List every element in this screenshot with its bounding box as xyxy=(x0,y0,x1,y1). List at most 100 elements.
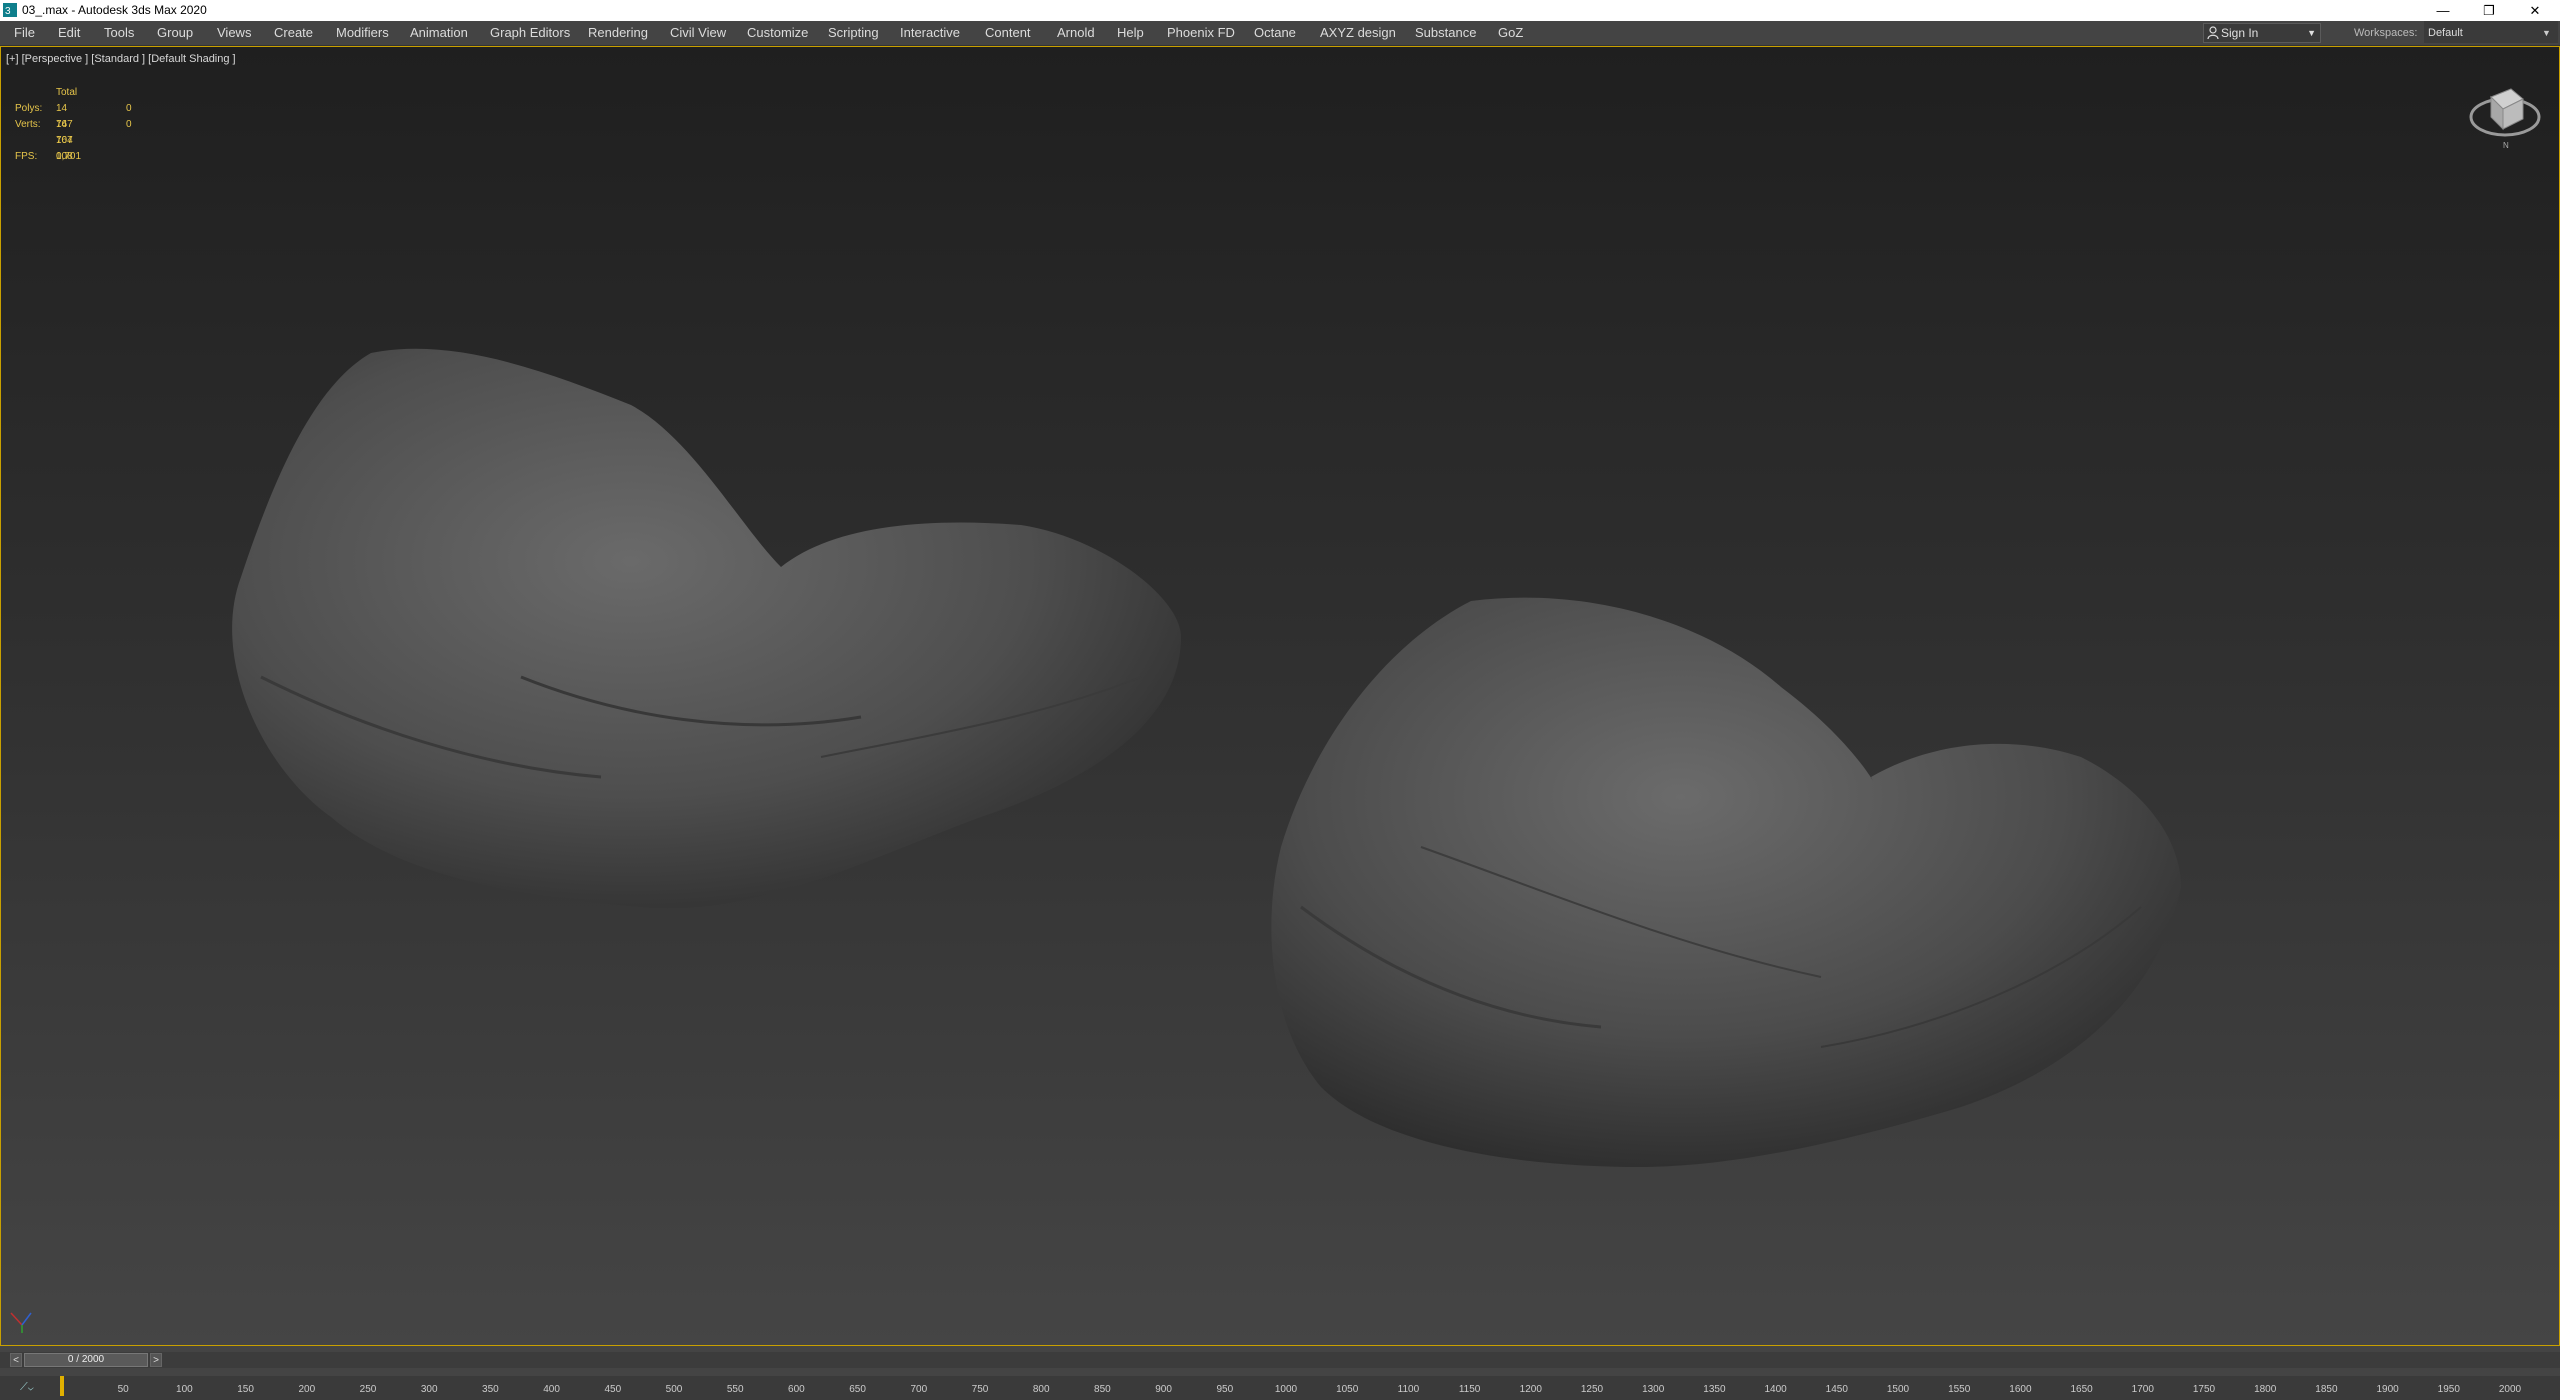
timeline-tick-label: 1000 xyxy=(1274,1384,1298,1395)
menu-substance[interactable]: Substance xyxy=(1413,21,1478,45)
fps-label: FPS: xyxy=(15,151,38,162)
sign-in-dropdown[interactable]: Sign In ▼ xyxy=(2203,23,2321,43)
minimize-button[interactable]: — xyxy=(2420,0,2466,21)
menu-views[interactable]: Views xyxy=(215,21,253,45)
timeline-tick-label: 150 xyxy=(237,1384,254,1395)
timeline-tick-label: 1100 xyxy=(1397,1384,1420,1395)
verts-selected: 0 xyxy=(126,119,132,130)
timeline-tick-label: 1450 xyxy=(1825,1384,1848,1395)
timeline-tick-label: 1950 xyxy=(2437,1384,2460,1395)
timeline-tick-label: 350 xyxy=(482,1384,499,1395)
timeline-tick-label: 650 xyxy=(849,1384,866,1395)
rock-mesh-1[interactable] xyxy=(221,297,1201,917)
menu-customize[interactable]: Customize xyxy=(745,21,810,45)
timeline-tick-label: 550 xyxy=(726,1384,744,1395)
time-slider-track[interactable] xyxy=(0,1352,2560,1368)
timeline-tick-label: 900 xyxy=(1155,1384,1172,1395)
viewport-label-menu[interactable]: [+] [Perspective ] [Standard ] [Default … xyxy=(6,53,236,65)
timeline-tick-label: 250 xyxy=(359,1384,377,1395)
sign-in-label: Sign In xyxy=(2221,26,2259,40)
timeline-tick-label: 1900 xyxy=(2376,1384,2399,1395)
window-title: 03_.max - Autodesk 3ds Max 2020 xyxy=(22,3,207,17)
menu-tools[interactable]: Tools xyxy=(102,21,136,45)
workspaces-label: Workspaces: xyxy=(2354,27,2418,39)
timeline-tick-label: 800 xyxy=(1032,1384,1050,1395)
axis-tripod-icon xyxy=(10,1312,32,1333)
menu-phoenix-fd[interactable]: Phoenix FD xyxy=(1165,21,1237,45)
timeline-tick-label: 1050 xyxy=(1336,1384,1359,1395)
next-frame-button[interactable]: > xyxy=(150,1353,162,1367)
timeline-tick-label: 1400 xyxy=(1764,1384,1787,1395)
menu-rendering[interactable]: Rendering xyxy=(586,21,650,45)
stats-header: Total xyxy=(56,87,78,98)
window-titlebar: 3 03_.max - Autodesk 3ds Max 2020 — ❐ ✕ xyxy=(0,0,2560,21)
perspective-viewport[interactable]: [+] [Perspective ] [Standard ] [Default … xyxy=(0,46,2560,1346)
timeline-tick-label: 1200 xyxy=(1519,1384,1542,1395)
timeline-tick-label: 1550 xyxy=(1948,1384,1971,1395)
timeline-tick-label: 1150 xyxy=(1458,1384,1481,1395)
chevron-down-icon: ▼ xyxy=(2542,28,2551,38)
svg-text:3: 3 xyxy=(5,6,11,17)
track-bar-ruler[interactable]: 50 100 150 200 250 300 350 400 450 500 550 600 650 70… xyxy=(0,1376,2560,1400)
timeline-tick-label: 700 xyxy=(910,1384,928,1395)
timeline-tick-label: 1300 xyxy=(1642,1384,1665,1395)
timeline-tick-label: 1350 xyxy=(1703,1384,1726,1395)
workspaces-selector[interactable]: Workspaces: Default ▼ xyxy=(2354,21,2558,45)
timeline-tick-label: 750 xyxy=(971,1384,989,1395)
menu-modifiers[interactable]: Modifiers xyxy=(334,21,391,45)
timeline-tick-label: 50 xyxy=(117,1384,129,1395)
timeline-tick-label: 100 xyxy=(176,1384,193,1395)
timeline-tick-label: 850 xyxy=(1094,1384,1111,1395)
viewcube-icon[interactable]: N xyxy=(2465,69,2545,149)
menu-arnold[interactable]: Arnold xyxy=(1055,21,1097,45)
menu-group[interactable]: Group xyxy=(155,21,195,45)
menu-interactive[interactable]: Interactive xyxy=(898,21,962,45)
user-icon xyxy=(2207,26,2219,40)
menu-octane[interactable]: Octane xyxy=(1252,21,1298,45)
svg-text:N: N xyxy=(2503,141,2509,149)
3dsmax-app-icon: 3 xyxy=(3,3,17,17)
timeline-tick-label: 1600 xyxy=(2009,1384,2032,1395)
timeline-tick-label: 1650 xyxy=(2070,1384,2093,1395)
timeline-tick-label: 600 xyxy=(788,1384,805,1395)
workspaces-value[interactable]: Default xyxy=(2424,21,2558,43)
menu-file[interactable]: File xyxy=(12,21,37,45)
key-filter-icon[interactable]: ⟋⌄ xyxy=(20,1381,34,1394)
timeline-panel: < 0 / 2000 > 50 100 150 200 250 300 350 400 450 5… xyxy=(0,1346,2560,1400)
timeline-tick-label: 1700 xyxy=(2131,1384,2154,1395)
menu-edit[interactable]: Edit xyxy=(56,21,82,45)
menu-civil-view[interactable]: Civil View xyxy=(668,21,728,45)
timeline-tick-label: 300 xyxy=(420,1384,438,1395)
timeline-tick-label: 450 xyxy=(604,1384,622,1395)
menu-scripting[interactable]: Scripting xyxy=(826,21,881,45)
timeline-tick-label: 1750 xyxy=(2192,1384,2216,1395)
timeline-tick-label: 1800 xyxy=(2254,1384,2277,1395)
menu-help[interactable]: Help xyxy=(1115,21,1146,45)
menu-bar: File Edit Tools Group Views Create Modif… xyxy=(0,21,2560,46)
menu-graph-editors[interactable]: Graph Editors xyxy=(488,21,572,45)
prev-frame-button[interactable]: < xyxy=(10,1353,22,1367)
polys-label: Polys: xyxy=(15,103,43,114)
timeline-tick-label: 1500 xyxy=(1886,1384,1910,1395)
close-button[interactable]: ✕ xyxy=(2512,0,2558,21)
playhead[interactable] xyxy=(60,1376,64,1396)
chevron-down-icon: ▼ xyxy=(2307,28,2316,38)
timeline-tick-label: 950 xyxy=(1216,1384,1234,1395)
time-slider-handle[interactable]: 0 / 2000 xyxy=(24,1353,148,1367)
menu-axyz-design[interactable]: AXYZ design xyxy=(1318,21,1398,45)
timeline-tick-label: 1250 xyxy=(1580,1384,1604,1395)
timeline-tick-label: 500 xyxy=(665,1384,683,1395)
menu-create[interactable]: Create xyxy=(272,21,315,45)
timeline-tick-label: 1850 xyxy=(2315,1384,2338,1395)
polys-selected: 0 xyxy=(126,103,132,114)
menu-goz[interactable]: GoZ xyxy=(1496,21,1525,45)
timeline-tick-label: 400 xyxy=(543,1384,560,1395)
rock-mesh-2[interactable] xyxy=(1261,547,2191,1177)
menu-animation[interactable]: Animation xyxy=(408,21,470,45)
restore-button[interactable]: ❐ xyxy=(2466,0,2512,21)
verts-label: Verts: xyxy=(15,119,41,130)
timeline-tick-label: 200 xyxy=(298,1384,316,1395)
menu-content[interactable]: Content xyxy=(983,21,1033,45)
timeline-tick-label: 2000 xyxy=(2498,1384,2522,1395)
fps-value: 0,701 xyxy=(56,151,82,162)
